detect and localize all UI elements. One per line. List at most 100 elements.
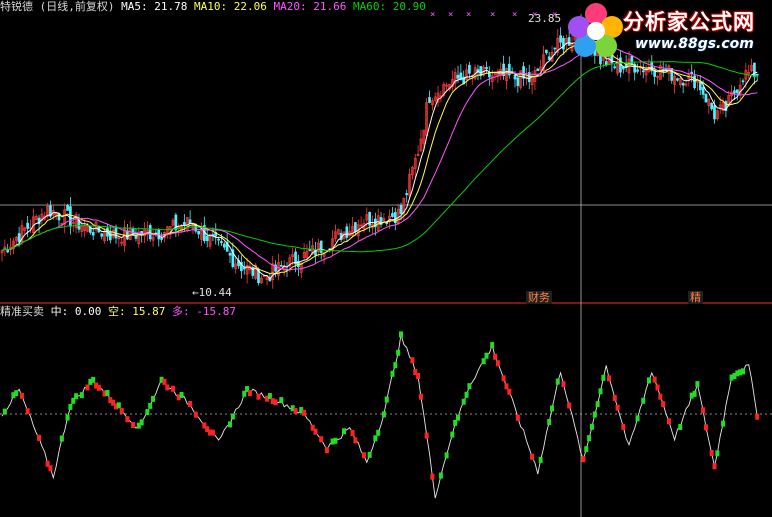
ma60-label: MA60: — [353, 0, 387, 13]
logo-url[interactable]: www.88gs.com — [635, 36, 754, 52]
candle-body — [148, 225, 152, 240]
candle-body — [228, 253, 232, 256]
bull-signal-marker — [393, 362, 398, 369]
bear-signal-marker — [273, 399, 278, 406]
bear-signal-marker — [661, 401, 666, 408]
bear-signal-marker — [416, 373, 421, 380]
bull-signal-marker — [555, 378, 560, 385]
bear-signal-marker — [507, 388, 512, 395]
ma60-line — [1, 61, 758, 253]
bear-signal-marker — [302, 409, 307, 416]
bull-signal-marker — [721, 420, 726, 427]
bull-signal-marker — [484, 352, 489, 359]
candle-body — [126, 230, 129, 240]
candle-body — [428, 97, 431, 103]
ma20-value: 21.66 — [313, 0, 347, 13]
candle-body — [641, 70, 645, 73]
event-marker-finance[interactable]: 财务 — [526, 291, 552, 304]
bull-signal-marker — [481, 358, 486, 365]
candle-body — [391, 213, 394, 217]
candle-body — [405, 193, 409, 196]
candle-body — [242, 267, 246, 270]
candle-body — [485, 67, 488, 70]
bull-signal-marker — [376, 429, 381, 436]
bull-signal-marker — [450, 431, 455, 438]
bear-signal-marker — [193, 411, 198, 418]
site-logo: 分析家公式网 www.88gs.com — [565, 0, 772, 62]
candle-body — [160, 237, 163, 240]
bear-signal-marker — [607, 375, 612, 382]
bull-signal-marker — [145, 409, 150, 416]
bull-signal-marker — [490, 342, 495, 349]
bear-signal-marker — [658, 393, 663, 400]
event-marker-jing[interactable]: 精 — [688, 291, 703, 304]
bull-signal-marker — [59, 435, 64, 442]
candle-body — [456, 74, 460, 79]
bear-signal-marker — [701, 407, 706, 414]
high-price-label: 23.85 — [528, 12, 562, 25]
bear-signal-marker — [25, 408, 30, 415]
stock-chart-window[interactable]: × × × × × × × 特锐德 (日线,前复权) MA5: 21.78 MA10: 22… — [0, 0, 772, 517]
price-chart[interactable]: × × × × × × × — [0, 0, 772, 517]
bear-signal-marker — [119, 407, 124, 414]
candle-body — [735, 89, 739, 94]
kong-label: 空: — [108, 305, 126, 318]
candle-body — [733, 90, 736, 94]
bull-signal-marker — [550, 405, 555, 412]
bear-signal-marker — [430, 473, 435, 480]
candle-body — [755, 73, 759, 76]
candle-body — [222, 243, 226, 248]
bull-signal-marker — [587, 435, 592, 442]
signal-tick: × — [448, 10, 453, 20]
bull-signal-marker — [396, 349, 401, 356]
bear-signal-marker — [493, 353, 498, 360]
ma60-value: 20.90 — [392, 0, 426, 13]
candle-body — [308, 249, 312, 251]
bear-signal-marker — [125, 416, 130, 423]
candle-body — [354, 222, 357, 232]
bull-signal-marker — [584, 446, 589, 453]
candle-body — [704, 93, 708, 103]
bull-signal-marker — [444, 452, 449, 459]
candle-body — [613, 66, 617, 69]
bear-signal-marker — [350, 429, 355, 436]
bull-signal-marker — [695, 381, 700, 388]
bear-signal-marker — [530, 453, 535, 460]
duo-value: -15.87 — [196, 305, 236, 318]
candle-body — [676, 78, 679, 81]
bear-signal-marker — [210, 429, 215, 436]
low-price-value: 10.44 — [198, 286, 232, 299]
bear-signal-marker — [561, 381, 566, 388]
bear-signal-marker — [504, 383, 509, 390]
candle-body — [197, 231, 200, 235]
signal-tick: × — [430, 10, 435, 20]
bull-signal-marker — [715, 450, 720, 457]
candle-body — [345, 226, 349, 238]
candle-body — [69, 206, 72, 227]
ma20-label: MA20: — [273, 0, 307, 13]
candle-body — [698, 81, 702, 91]
bear-signal-marker — [410, 357, 415, 364]
bear-signal-marker — [709, 450, 714, 457]
candle-body — [516, 77, 520, 86]
candle-body — [91, 232, 95, 236]
bear-signal-marker — [85, 384, 90, 391]
bull-signal-marker — [467, 383, 472, 390]
low-price-label: ←10.44 — [192, 286, 232, 299]
bull-signal-marker — [601, 374, 606, 381]
indicator-header: 精准买卖 中: 0.00 空: 15.87 多: -15.87 — [0, 305, 236, 318]
security-title: 特锐德 (日线,前复权) — [0, 0, 115, 13]
bull-signal-marker — [438, 472, 443, 479]
bear-signal-marker — [131, 422, 136, 429]
bull-signal-marker — [635, 415, 640, 422]
bear-signal-marker — [313, 428, 318, 435]
bull-signal-marker — [453, 419, 458, 426]
indicator-title: 精准买卖 — [0, 305, 44, 318]
ma10-value: 22.06 — [233, 0, 267, 13]
bear-signal-marker — [424, 432, 429, 439]
bear-signal-marker — [171, 385, 175, 392]
bull-signal-marker — [14, 390, 19, 397]
bull-signal-marker — [373, 435, 378, 442]
bear-signal-marker — [165, 384, 170, 391]
bull-signal-marker — [91, 376, 96, 383]
